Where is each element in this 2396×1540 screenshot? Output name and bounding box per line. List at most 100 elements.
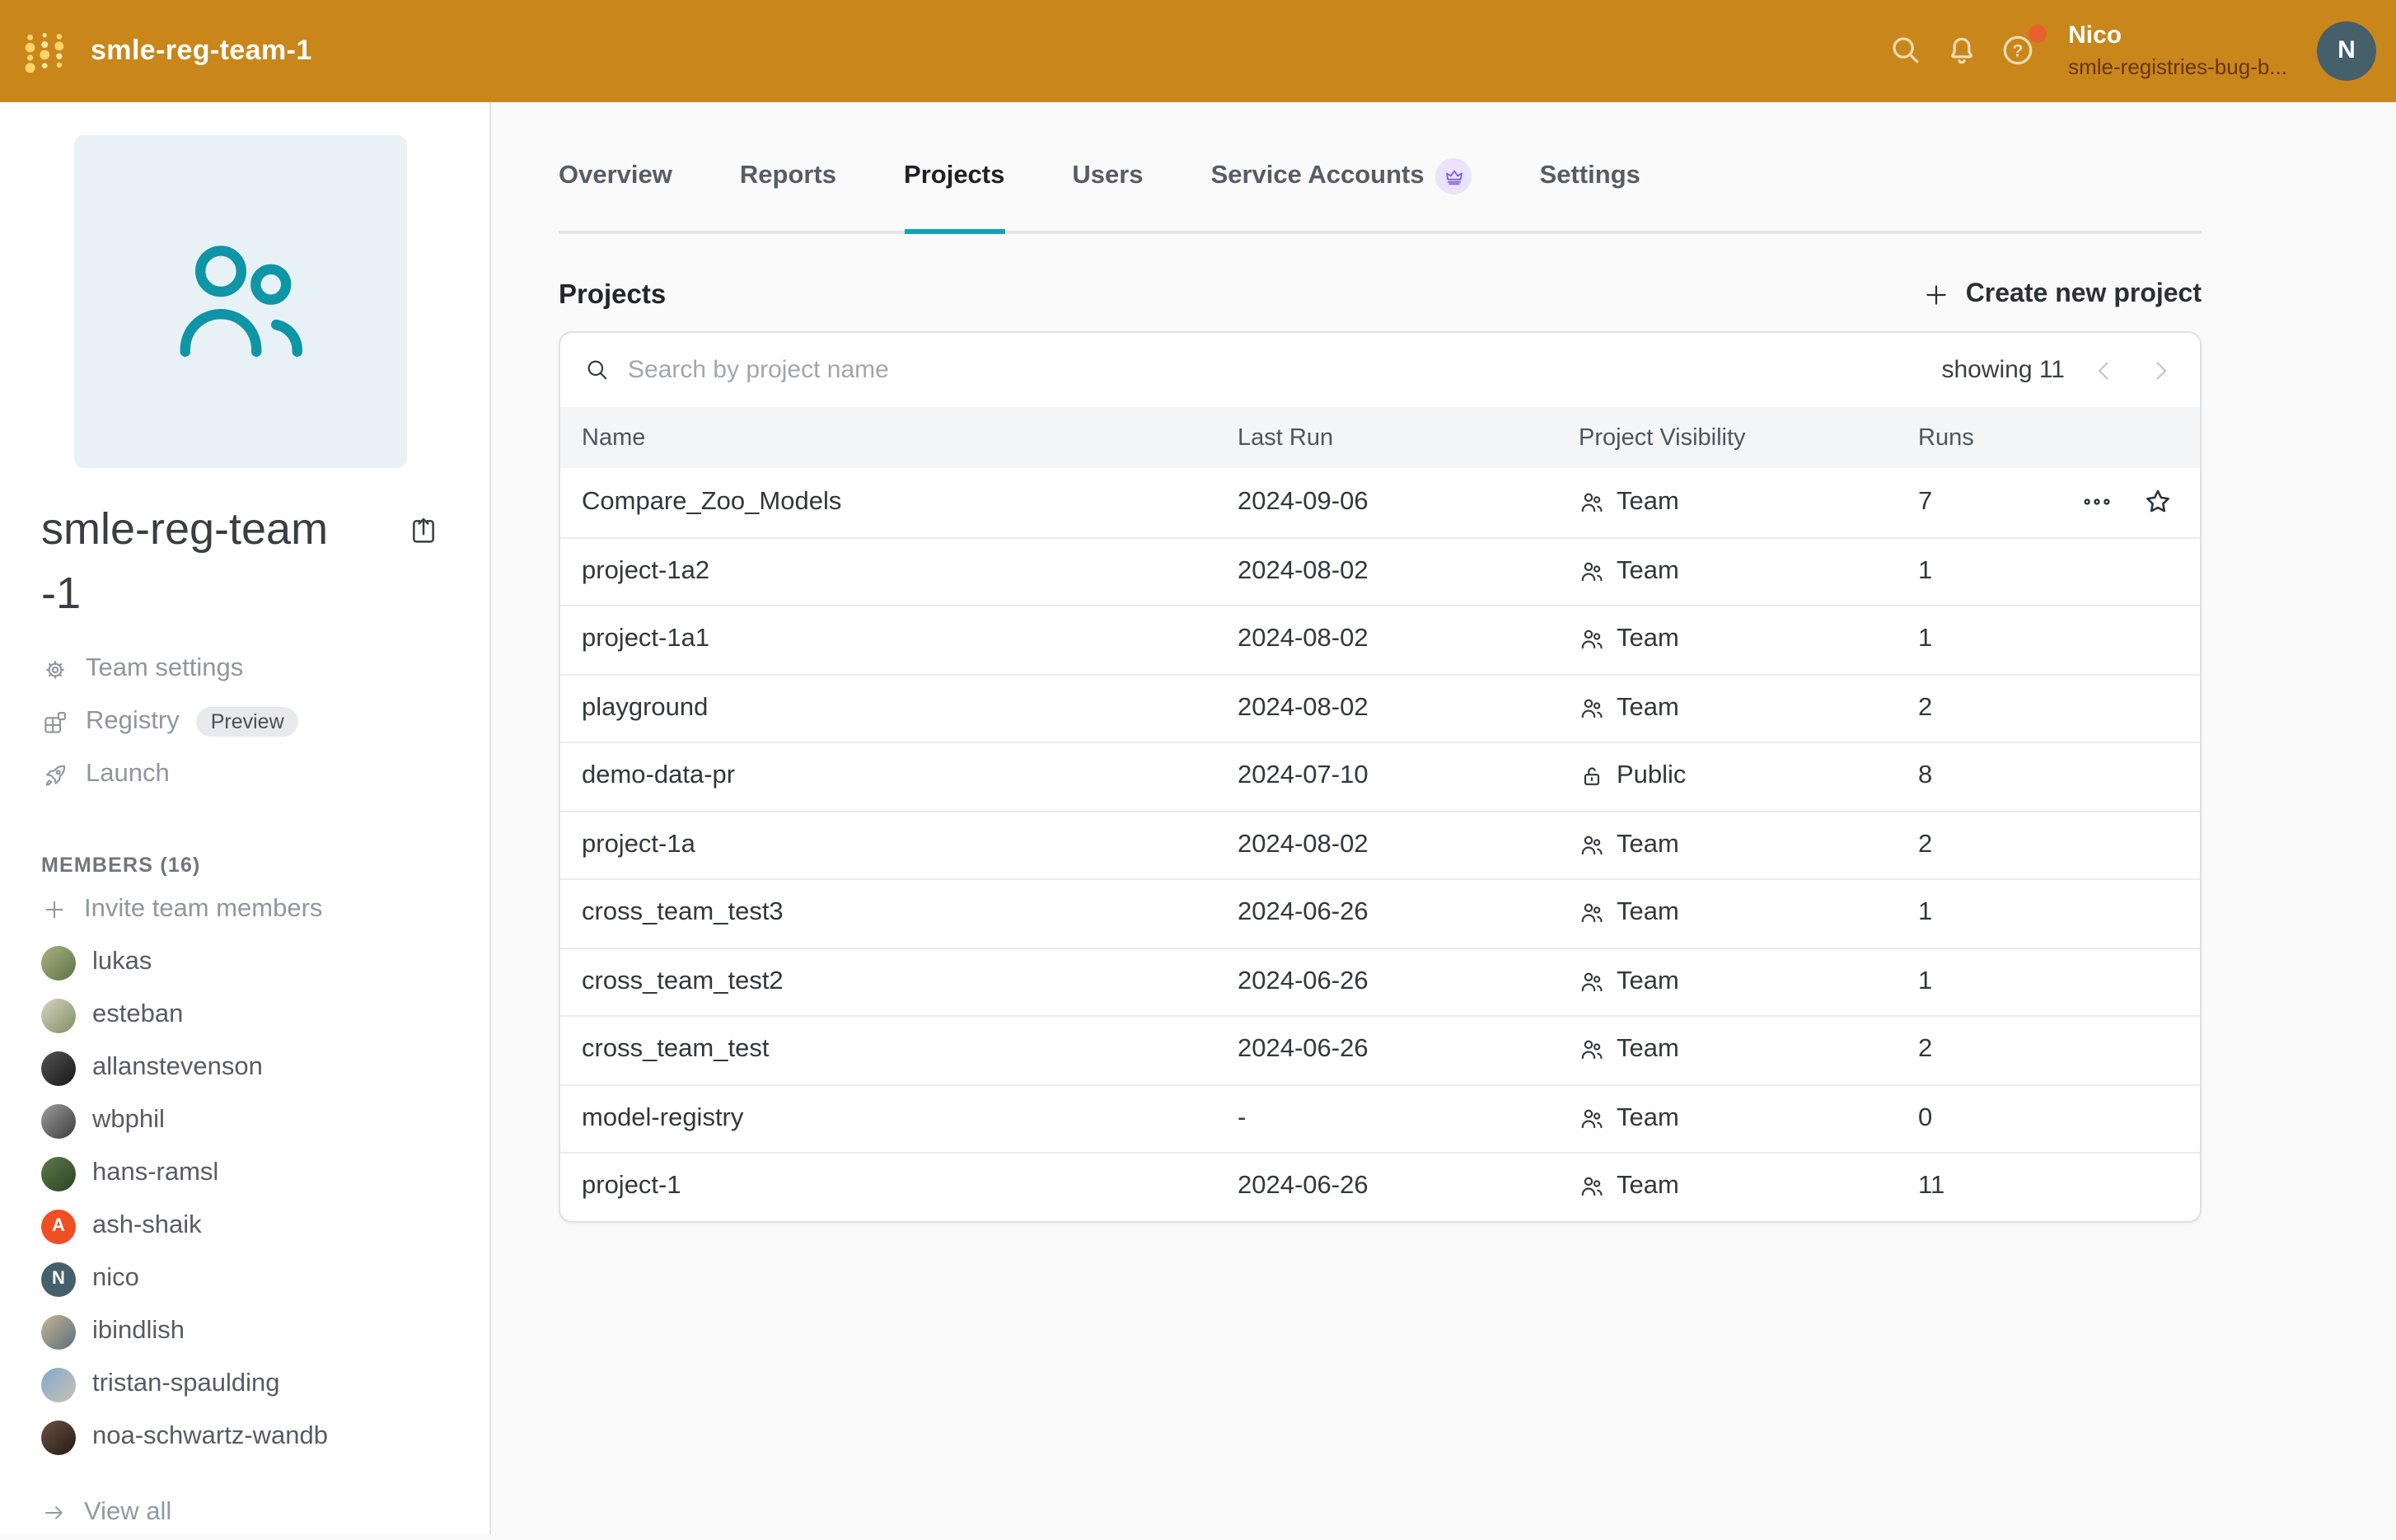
table-row[interactable]: model-registry - Team 0 <box>560 1084 2200 1152</box>
tab-projects[interactable]: Projects <box>904 161 1004 231</box>
table-row[interactable]: cross_team_test 2024-06-26 Team 2 <box>560 1015 2200 1084</box>
table-row[interactable]: Compare_Zoo_Models 2024-09-06 Team 7 <box>560 468 2200 536</box>
team-title: smle-reg-team-1 <box>41 498 328 627</box>
member-item[interactable]: A ash-shaik <box>41 1201 489 1253</box>
bell-icon <box>1942 32 1980 70</box>
table-header: NameLast RunProject VisibilityRuns <box>560 407 2200 468</box>
topbar: smle-reg-team-1 ? Nico smle-registries-b… <box>0 0 2396 102</box>
team-icon <box>1579 695 1605 722</box>
member-item[interactable]: lukas <box>41 937 489 990</box>
rocket-icon <box>41 761 69 789</box>
plus-icon <box>41 897 68 924</box>
member-item[interactable]: wbphil <box>41 1095 489 1148</box>
member-item[interactable]: noa-schwartz-wandb <box>41 1411 489 1464</box>
create-new-project-button[interactable]: Create new project <box>1921 280 2202 310</box>
team-icon <box>1579 1106 1605 1132</box>
member-avatar <box>41 1051 76 1086</box>
sidebar-links: Team settings Registry Preview Launch <box>41 644 489 802</box>
member-avatar <box>41 1421 76 1455</box>
member-item[interactable]: ibindlish <box>41 1306 489 1359</box>
share-button[interactable] <box>407 514 440 627</box>
member-item[interactable]: esteban <box>41 990 489 1042</box>
team-people-icon <box>161 222 320 381</box>
overflow-menu-icon[interactable] <box>2081 487 2113 518</box>
team-icon <box>1579 489 1605 516</box>
sidebar: smle-reg-team-1 Team settings Registry P… <box>0 102 491 1534</box>
member-item[interactable]: tristan-spaulding <box>41 1359 489 1411</box>
user-org: smle-registries-bug-b... <box>2068 54 2287 82</box>
member-avatar <box>41 1315 76 1350</box>
topbar-team-name: smle-reg-team-1 <box>91 35 312 68</box>
project-search-input[interactable] <box>628 356 1941 384</box>
members-header: MEMBERS (16) <box>41 854 489 878</box>
main-content: Overview Reports Projects Users <box>491 102 2396 1534</box>
member-avatar <box>41 999 76 1033</box>
pagination <box>2091 357 2174 383</box>
tab-bar: Overview Reports Projects Users <box>559 102 2202 234</box>
sidebar-link-registry[interactable]: Registry Preview <box>41 696 489 749</box>
search-icon <box>583 356 611 384</box>
user-avatar[interactable]: N <box>2317 21 2376 81</box>
user-name: Nico <box>2068 21 2287 54</box>
premium-badge <box>1436 158 1472 194</box>
table-row[interactable]: project-1a1 2024-08-02 Team 1 <box>560 605 2200 673</box>
plus-icon <box>1921 280 1951 310</box>
tab-overview[interactable]: Overview <box>559 161 672 231</box>
member-avatar: N <box>41 1262 76 1297</box>
member-item[interactable]: hans-ramsl <box>41 1148 489 1201</box>
members-list: lukas esteban allanstevenson wbphil <box>41 937 489 1464</box>
search-icon <box>1886 32 1924 70</box>
member-item[interactable]: allanstevenson <box>41 1042 489 1095</box>
svg-text:?: ? <box>2012 43 2023 62</box>
tab-reports[interactable]: Reports <box>740 161 836 231</box>
projects-table: Compare_Zoo_Models 2024-09-06 Team 7 <box>560 468 2200 1220</box>
topbar-actions: ? Nico smle-registries-bug-b... N <box>1877 21 2376 82</box>
tab-service-accounts[interactable]: Service Accounts <box>1211 161 1472 231</box>
chevron-left-icon[interactable] <box>2091 357 2118 383</box>
search-button[interactable] <box>1877 23 1933 79</box>
chevron-right-icon[interactable] <box>2147 357 2174 383</box>
user-menu[interactable]: Nico smle-registries-bug-b... <box>2068 21 2287 82</box>
invite-team-members-button[interactable]: Invite team members <box>41 884 489 937</box>
table-row[interactable]: cross_team_test2 2024-06-26 Team 1 <box>560 947 2200 1015</box>
team-icon <box>1579 1037 1605 1064</box>
table-row[interactable]: project-1 2024-06-26 Team 11 <box>560 1152 2200 1220</box>
team-icon <box>1579 559 1605 585</box>
preview-badge: Preview <box>196 708 299 737</box>
team-icon <box>1579 832 1605 859</box>
member-item[interactable]: N nico <box>41 1253 489 1306</box>
view-all-members-button[interactable]: View all <box>41 1487 489 1540</box>
column-header-name: Name <box>582 424 1238 451</box>
wandb-logo-icon[interactable] <box>21 29 71 73</box>
table-row[interactable]: cross_team_test3 2024-06-26 Team 1 <box>560 878 2200 947</box>
registry-icon <box>41 709 69 737</box>
member-avatar <box>41 1104 76 1139</box>
notification-dot <box>2029 25 2047 43</box>
page-title: Projects <box>559 279 666 311</box>
crown-icon <box>1444 166 1465 187</box>
star-icon[interactable] <box>2142 487 2174 518</box>
help-button[interactable]: ? <box>1989 23 2045 79</box>
member-avatar: A <box>41 1210 76 1244</box>
table-row[interactable]: playground 2024-08-02 Team 2 <box>560 673 2200 742</box>
sidebar-link-launch[interactable]: Launch <box>41 749 489 802</box>
table-row[interactable]: demo-data-pr 2024-07-10 Public 8 <box>560 742 2200 810</box>
app-root: smle-reg-team-1 ? Nico smle-registries-b… <box>0 0 2396 1534</box>
notifications-button[interactable] <box>1933 23 1989 79</box>
team-icon <box>1579 627 1605 653</box>
table-row[interactable]: project-1a2 2024-08-02 Team 1 <box>560 536 2200 605</box>
team-icon <box>1579 1174 1605 1201</box>
public-lock-icon <box>1579 764 1605 790</box>
column-header-runs: Runs <box>1918 424 2017 451</box>
member-avatar <box>41 946 76 981</box>
team-avatar[interactable] <box>74 135 407 468</box>
column-header-last-run: Last Run <box>1238 424 1579 451</box>
tab-users[interactable]: Users <box>1072 161 1143 231</box>
gear-icon <box>41 656 69 684</box>
sidebar-link-team-settings[interactable]: Team settings <box>41 644 489 696</box>
tab-settings[interactable]: Settings <box>1540 161 1640 231</box>
showing-count: showing 11 <box>1941 356 2065 384</box>
share-icon <box>407 514 440 547</box>
member-avatar <box>41 1157 76 1191</box>
table-row[interactable]: project-1a 2024-08-02 Team 2 <box>560 810 2200 878</box>
